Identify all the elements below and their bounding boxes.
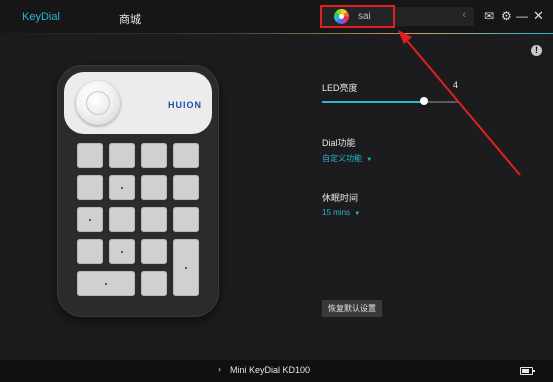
device-key-3[interactable] <box>141 143 167 168</box>
dial-function-label: Dial功能 <box>322 138 356 148</box>
brand-logo: HUION <box>168 100 202 110</box>
footer-bar: › Mini KeyDial KD100 <box>0 360 553 382</box>
device-key-7[interactable] <box>141 175 167 200</box>
caret-down-icon: ▼ <box>366 157 373 163</box>
device-name[interactable]: Mini KeyDial KD100 <box>230 365 310 375</box>
device-key-10[interactable] <box>109 207 135 232</box>
device-key-11[interactable] <box>141 207 167 232</box>
device-key-12[interactable] <box>173 207 199 232</box>
nav-store[interactable]: 商城 <box>119 11 141 27</box>
chevron-right-icon[interactable]: › <box>218 364 221 374</box>
app-selected-name: sai <box>358 11 371 22</box>
app-selector[interactable]: sai <box>320 5 395 28</box>
device-key-15[interactable] <box>141 239 167 264</box>
chevron-left-icon[interactable]: ‹ <box>462 9 466 21</box>
device-key-5[interactable] <box>77 175 103 200</box>
led-brightness-value: 4 <box>453 80 459 90</box>
device-key-16[interactable] <box>173 239 199 296</box>
device-top-panel: HUION <box>64 72 212 134</box>
nav-keydial[interactable]: KeyDial <box>22 11 60 23</box>
battery-icon <box>520 367 535 375</box>
title-bar: KeyDial 商城 sai ‹ ✉ ⚙ — ✕ <box>0 0 553 34</box>
device-key-17[interactable] <box>77 271 135 296</box>
header-divider <box>0 33 553 34</box>
reset-defaults-button[interactable]: 恢复默认设置 <box>322 300 382 317</box>
device-key-2[interactable] <box>109 143 135 168</box>
dial-knob[interactable] <box>76 81 120 125</box>
dial-function-select[interactable]: 自定义功能 ▼ <box>322 153 372 164</box>
sleep-time-label: 休眠时间 <box>322 193 359 203</box>
device-key-14[interactable] <box>109 239 135 264</box>
device-key-9[interactable] <box>77 207 103 232</box>
device-key-8[interactable] <box>173 175 199 200</box>
app-palette-icon <box>334 9 349 24</box>
keydial-device: HUION <box>58 66 218 316</box>
minimize-icon[interactable]: — <box>516 9 528 23</box>
info-icon[interactable]: ! <box>531 45 542 56</box>
gear-icon[interactable]: ⚙ <box>501 9 512 23</box>
device-key-13[interactable] <box>77 239 103 264</box>
device-key-4[interactable] <box>173 143 199 168</box>
device-key-18[interactable] <box>141 271 167 296</box>
led-slider-fill <box>322 101 424 103</box>
sleep-time-value: 15 mins <box>322 208 351 217</box>
led-brightness-slider[interactable] <box>322 97 458 105</box>
led-slider-thumb[interactable] <box>420 97 428 105</box>
close-icon[interactable]: ✕ <box>533 9 544 23</box>
device-key-1[interactable] <box>77 143 103 168</box>
led-brightness-label: LED亮度 <box>322 83 358 93</box>
app-dropdown[interactable]: ‹ <box>395 7 474 26</box>
mail-icon[interactable]: ✉ <box>484 9 494 23</box>
caret-down-icon: ▼ <box>354 211 361 217</box>
device-key-6[interactable] <box>109 175 135 200</box>
sleep-time-select[interactable]: 15 mins ▼ <box>322 208 360 217</box>
dial-function-value: 自定义功能 <box>322 154 362 163</box>
